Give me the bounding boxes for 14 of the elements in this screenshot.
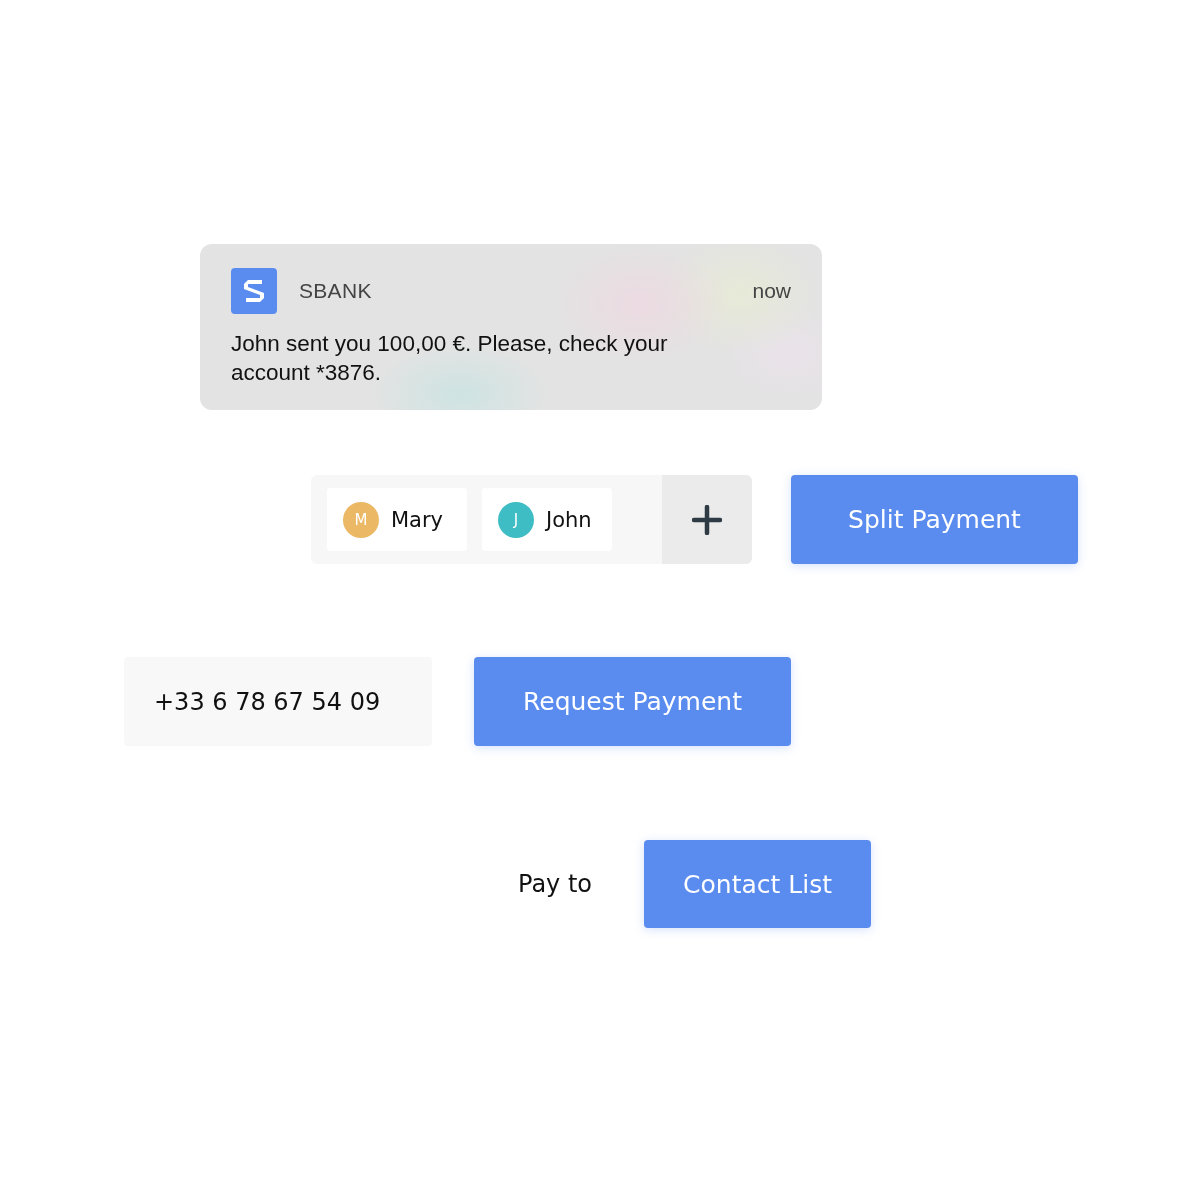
notification-message: John sent you 100,00 €. Please, check your account *3876.	[231, 330, 669, 387]
contact-chip[interactable]: J John	[482, 488, 612, 551]
add-contact-button[interactable]	[662, 475, 752, 564]
app-logo-icon	[231, 268, 277, 314]
avatar: M	[343, 501, 379, 538]
notification-time: now	[752, 279, 791, 303]
contact-name: Mary	[391, 507, 444, 532]
plus-icon	[692, 504, 722, 535]
pay-to-label: Pay to	[518, 870, 593, 898]
avatar: J	[498, 501, 534, 538]
contact-name: John	[546, 507, 592, 532]
app-name: SBANK	[299, 279, 372, 303]
contact-chip[interactable]: M Mary	[327, 488, 467, 551]
phone-field[interactable]: +33 6 78 67 54 09	[124, 657, 432, 746]
